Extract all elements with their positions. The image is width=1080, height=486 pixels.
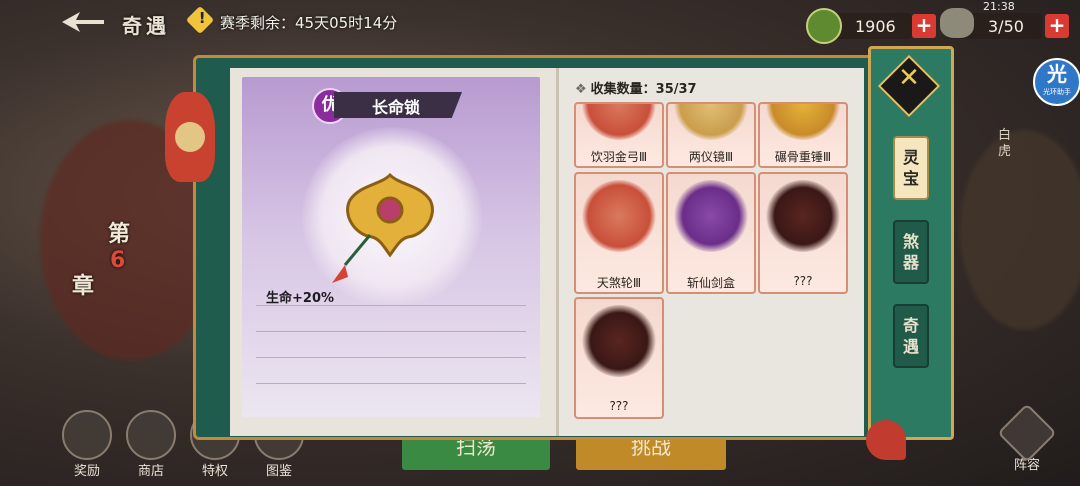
assistant-float-button[interactable]: 光 光环助手: [1033, 58, 1080, 106]
page-title: 奇遇: [122, 14, 170, 38]
collection-item-5[interactable]: ???: [758, 172, 848, 294]
collection-item-label: 两仪镜Ⅲ: [688, 150, 734, 164]
assistant-small-label: 光环助手: [1043, 88, 1071, 96]
sword-box-icon: [674, 180, 748, 252]
collection-item-3[interactable]: 天煞轮Ⅲ: [574, 172, 664, 294]
divider-line: [256, 331, 526, 332]
collection-item-6[interactable]: ???: [574, 297, 664, 419]
close-icon[interactable]: ✕: [887, 63, 931, 93]
chapter-char-1: 第: [108, 222, 131, 247]
add-stamina-button[interactable]: +: [1045, 14, 1069, 38]
right-side-label: 白虎: [998, 128, 1012, 159]
collection-item-label: 天煞轮Ⅲ: [596, 276, 642, 290]
mirror-icon: [674, 104, 748, 140]
tab-encounter[interactable]: 奇 遇: [893, 304, 929, 368]
longevity-lock-icon: [332, 172, 434, 283]
back-arrow-icon[interactable]: [60, 10, 106, 34]
background-decoration: [960, 130, 1080, 330]
assistant-big-label: 光: [1047, 62, 1067, 86]
hammer-icon: [766, 104, 840, 140]
top-bar: 奇遇 ! 赛季剩余：45天05时14分 1906 + 3/50 + 21:38: [0, 0, 1080, 46]
shop-label: 商店: [137, 464, 164, 479]
shop-icon: [126, 410, 176, 460]
jade-icon: [806, 8, 842, 44]
collection-item-label: ???: [793, 274, 813, 288]
lineup-button[interactable]: 阵容: [997, 403, 1057, 473]
collection-item-label: ???: [609, 399, 629, 413]
shop-button[interactable]: 商店: [126, 410, 176, 479]
tab-spirit-treasure[interactable]: 灵 宝: [893, 136, 929, 200]
item-name: 长命锁: [372, 98, 421, 117]
reward-label: 奖励: [73, 464, 100, 479]
collection-count: ❖ 收集数量：35/37: [575, 78, 697, 97]
collection-item-label: 斩仙剑盒: [686, 276, 735, 290]
collection-item-4[interactable]: 斩仙剑盒: [666, 172, 756, 294]
book-spine: [556, 68, 559, 436]
wheel-icon: [582, 180, 656, 252]
golden-bow-icon: [582, 104, 656, 140]
divider-line: [256, 383, 526, 384]
locked-silhouette-icon: [766, 180, 840, 252]
privilege-label: 特权: [201, 464, 228, 479]
divider-line: [256, 305, 526, 306]
tab-evil-artifact[interactable]: 煞 器: [893, 220, 929, 284]
item-detail-card: 优 长命锁 生命+20%: [242, 77, 540, 417]
reward-button[interactable]: 奖励: [62, 410, 112, 479]
codex-label: 图鉴: [265, 464, 292, 479]
item-stat: 生命+20%: [266, 291, 335, 306]
collection-item-1[interactable]: 两仪镜Ⅲ: [666, 102, 756, 168]
stamina-icon: [940, 8, 974, 38]
collection-item-2[interactable]: 碾骨重锤Ⅲ: [758, 102, 848, 168]
divider-line: [256, 357, 526, 358]
collection-item-label: 饮羽金弓Ⅲ: [590, 150, 648, 164]
reward-icon: [62, 410, 112, 460]
add-currency-button[interactable]: +: [912, 14, 936, 38]
opera-mask-ornament: [165, 92, 215, 182]
chapter-marker: 第 6 章: [70, 222, 130, 300]
status-clock: 21:38: [983, 0, 1015, 13]
chapter-number: 6: [110, 248, 126, 273]
chapter-char-3: 章: [72, 274, 95, 299]
stamina-value: 3/50: [988, 17, 1024, 36]
locked-silhouette-icon: [582, 305, 656, 377]
warning-icon[interactable]: !: [185, 5, 215, 35]
collection-count-label: 收集数量：35/37: [590, 82, 697, 97]
diamond-icon: ❖: [575, 82, 587, 97]
collection-item-0[interactable]: 饮羽金弓Ⅲ: [574, 102, 664, 168]
season-remaining-text: 赛季剩余：45天05时14分: [220, 14, 398, 32]
collection-item-label: 碾骨重锤Ⅲ: [774, 150, 832, 164]
currency-value: 1906: [855, 17, 896, 36]
tassel-ornament: [866, 420, 906, 460]
